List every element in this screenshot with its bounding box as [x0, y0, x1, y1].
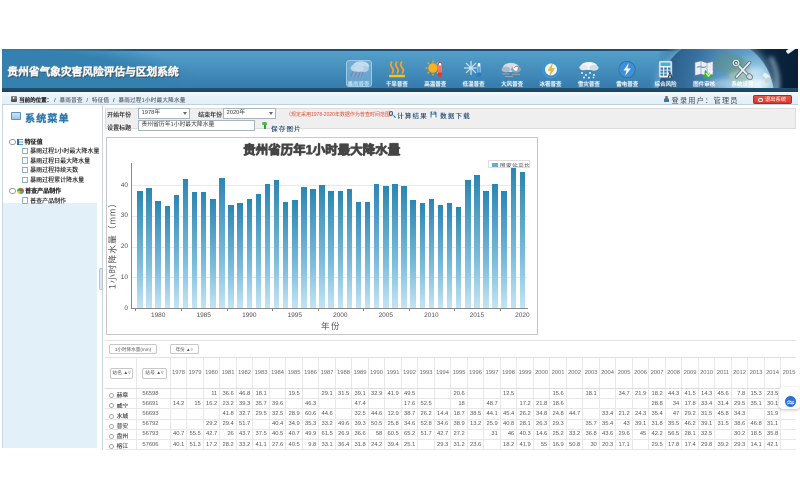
- svg-text:A: A: [667, 73, 672, 80]
